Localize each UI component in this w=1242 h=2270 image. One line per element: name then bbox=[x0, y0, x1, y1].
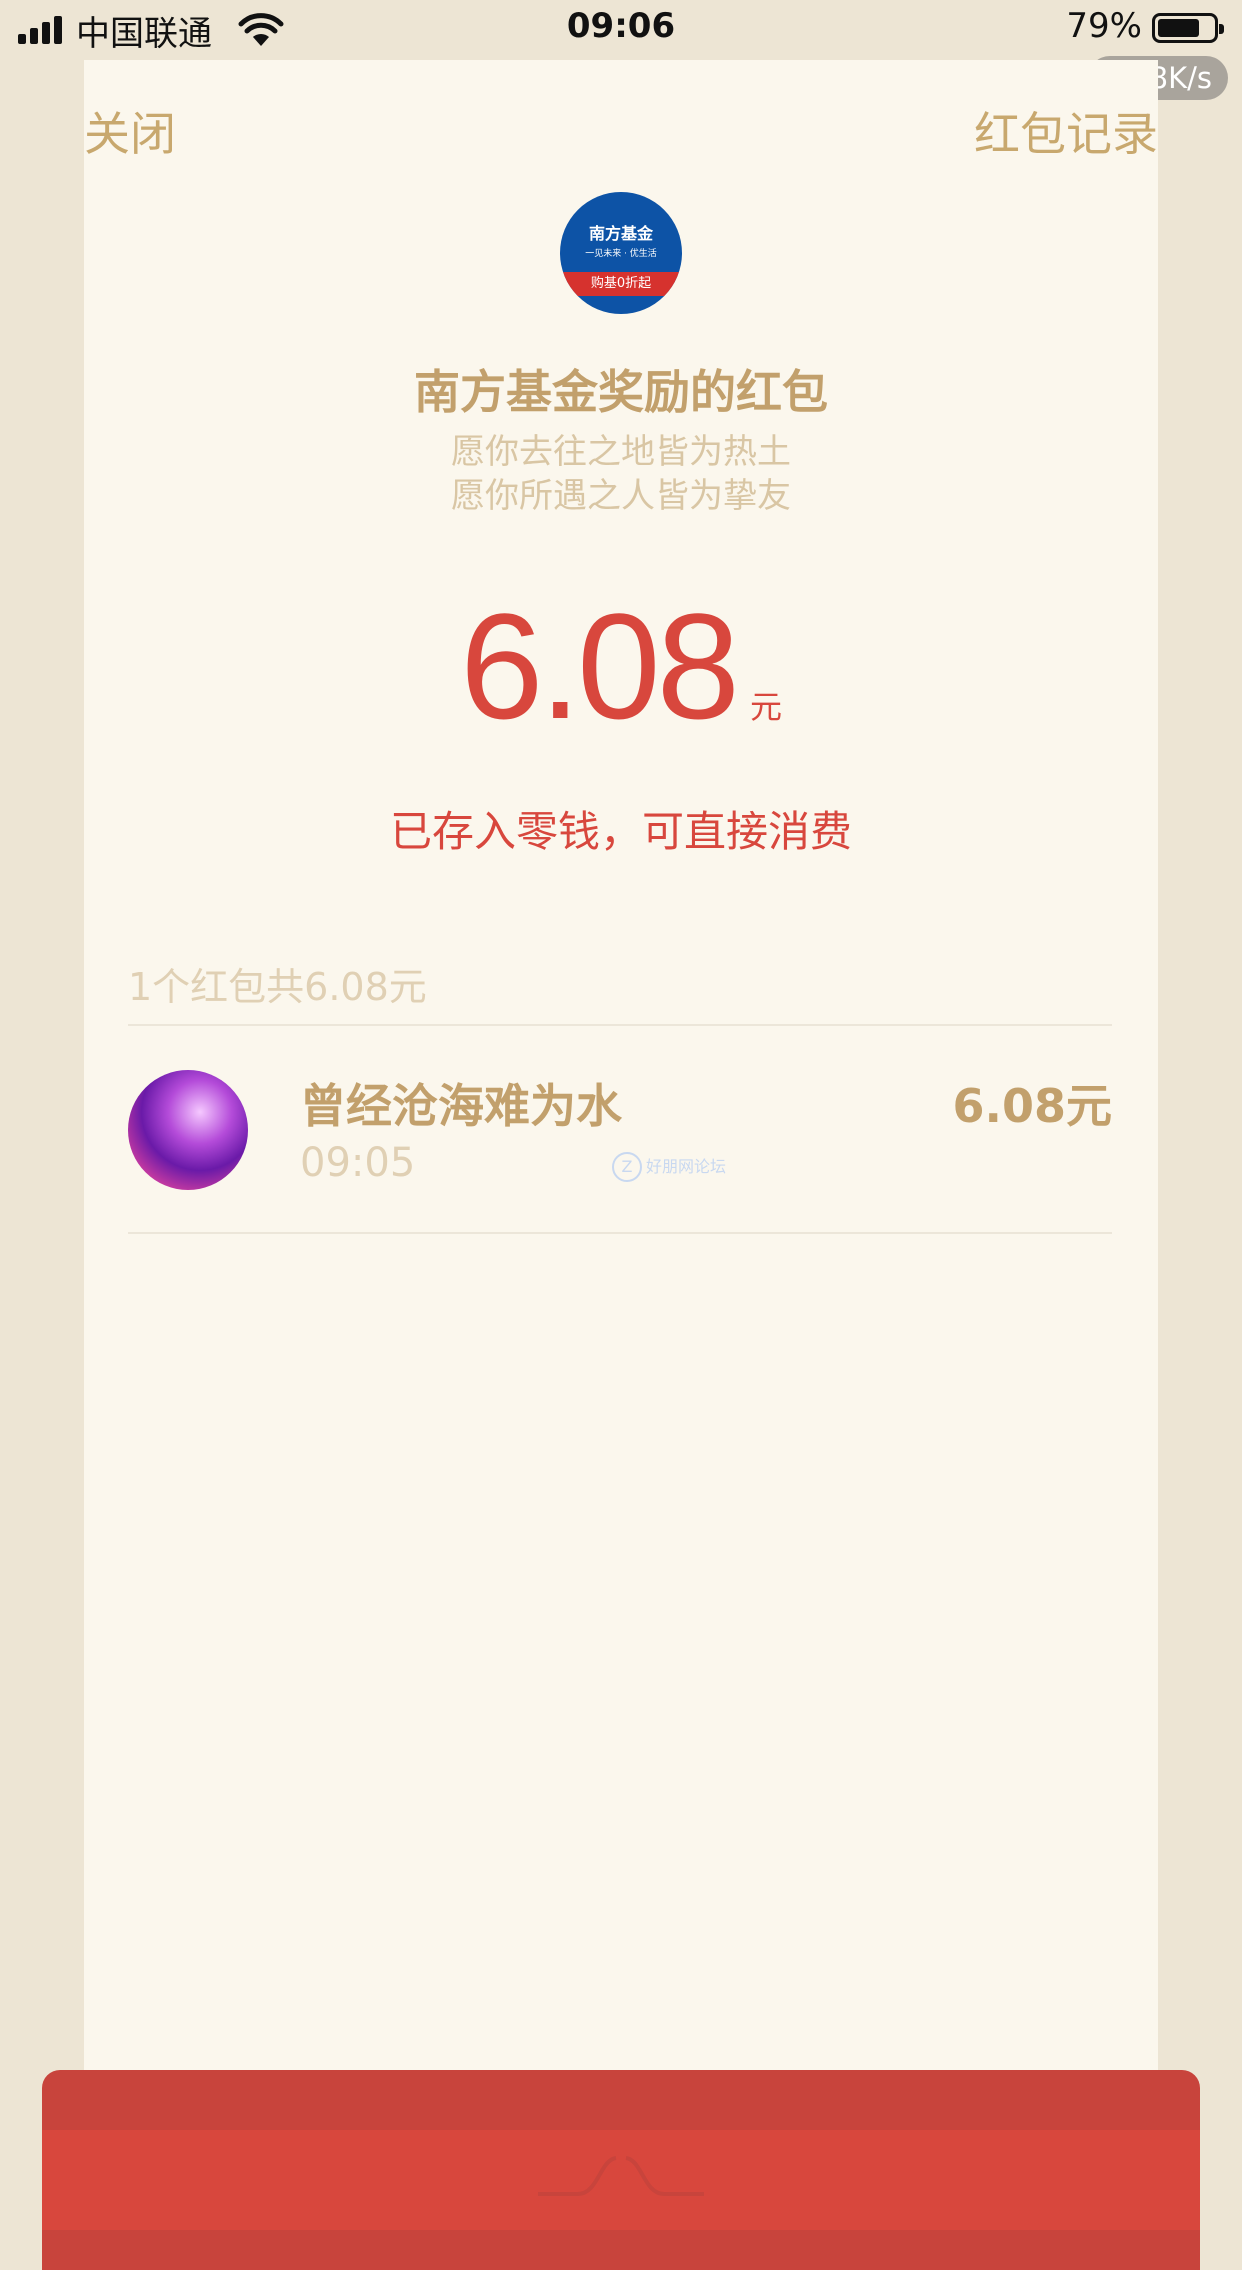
amount-unit: 元 bbox=[749, 688, 782, 726]
watermark: Z 好朋网论坛 bbox=[612, 1152, 726, 1182]
status-bar: 中国联通 09:06 79% bbox=[0, 0, 1242, 60]
avatar[interactable] bbox=[128, 1070, 248, 1190]
red-packet-records-button[interactable]: 红包记录 bbox=[974, 98, 1158, 164]
logo-subtext: 一见未来 · 优生活 bbox=[585, 249, 657, 259]
received-amount: 6.08元 bbox=[952, 1079, 1113, 1133]
recipient-name: 曾经沧海难为水 bbox=[300, 1079, 622, 1133]
list-item[interactable]: 曾经沧海难为水 09:05 6.08元 Z 好朋网论坛 bbox=[128, 1010, 1112, 1232]
received-time: 09:05 bbox=[300, 1140, 416, 1186]
battery-icon bbox=[1152, 13, 1224, 43]
battery-percent: 79% bbox=[1066, 6, 1142, 46]
watermark-text: 好朋网论坛 bbox=[646, 1157, 727, 1176]
sender-title: 南方基金奖励的红包 bbox=[414, 365, 828, 419]
divider bbox=[128, 1232, 1112, 1234]
logo-text: 南方基金 bbox=[588, 224, 653, 243]
close-button[interactable]: 关闭 bbox=[84, 98, 176, 164]
logo-ribbon: 购基0折起 bbox=[560, 272, 682, 296]
saved-to-balance-link[interactable]: 已存入零钱，可直接消费 bbox=[84, 798, 1158, 859]
red-packet-detail-card: 关闭 红包记录 南方基金 一见未来 · 优生活 购基0折起 南方基金奖励的红包 … bbox=[84, 60, 1158, 2130]
watermark-icon: Z bbox=[612, 1152, 642, 1182]
envelope-flap-curve-icon bbox=[538, 2156, 704, 2196]
clock: 09:06 bbox=[566, 6, 676, 46]
amount-display: 6.08 元 bbox=[84, 580, 1158, 753]
amount-value: 6.08 bbox=[460, 582, 740, 750]
greeting-line-1: 愿你去往之地皆为热土 bbox=[451, 432, 791, 472]
sender-logo: 南方基金 一见未来 · 优生活 购基0折起 bbox=[560, 192, 682, 314]
greeting-line-2: 愿你所遇之人皆为挚友 bbox=[451, 476, 791, 516]
packet-summary: 1个红包共6.08元 bbox=[128, 965, 427, 1009]
